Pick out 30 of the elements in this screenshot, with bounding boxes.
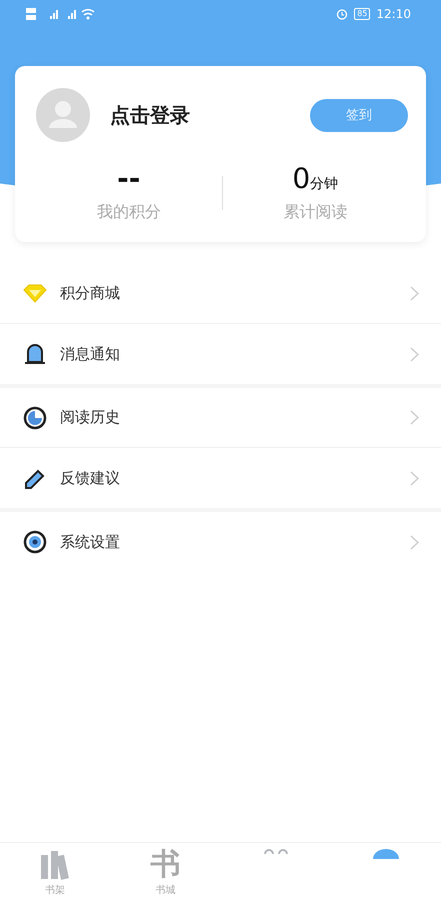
tab-label: 书城 — [155, 884, 176, 897]
menu-item[interactable]: 阅读历史 — [0, 388, 441, 448]
chevron-icon — [410, 286, 419, 301]
menu-item[interactable]: 系统设置 — [0, 512, 441, 572]
stat-value: -- — [117, 162, 140, 196]
stat-value: 0 — [292, 162, 310, 196]
clock-time: 12:10 — [376, 7, 411, 21]
chevron-icon — [410, 534, 419, 550]
book-glyph-icon: 书 — [150, 849, 180, 881]
bell-icon — [22, 341, 48, 367]
menu-label: 反馈建议 — [60, 468, 121, 488]
menu-item[interactable]: 反馈建议 — [0, 448, 441, 508]
chevron-icon — [410, 346, 419, 362]
stat-label: 累计阅读 — [283, 202, 348, 223]
settings-icon — [22, 529, 48, 555]
chevron-icon — [410, 410, 419, 425]
menu-item[interactable]: 消息通知 — [0, 324, 441, 384]
login-link[interactable]: 点击登录 — [110, 102, 310, 128]
menu-item[interactable]: 积分商城 — [0, 264, 441, 324]
avatar-icon[interactable] — [36, 88, 90, 142]
stat-unit: 分钟 — [310, 175, 338, 193]
tab-label: 书架 — [45, 884, 66, 897]
menu-label: 阅读历史 — [60, 408, 121, 427]
clock-icon — [22, 404, 48, 430]
chevron-icon — [410, 470, 419, 486]
battery-level: 85 — [354, 8, 370, 20]
menu-label: 消息通知 — [60, 344, 121, 364]
stat-label: 我的积分 — [96, 202, 161, 223]
menu-label: 积分商城 — [60, 284, 121, 303]
menu-label: 系统设置 — [60, 532, 121, 552]
